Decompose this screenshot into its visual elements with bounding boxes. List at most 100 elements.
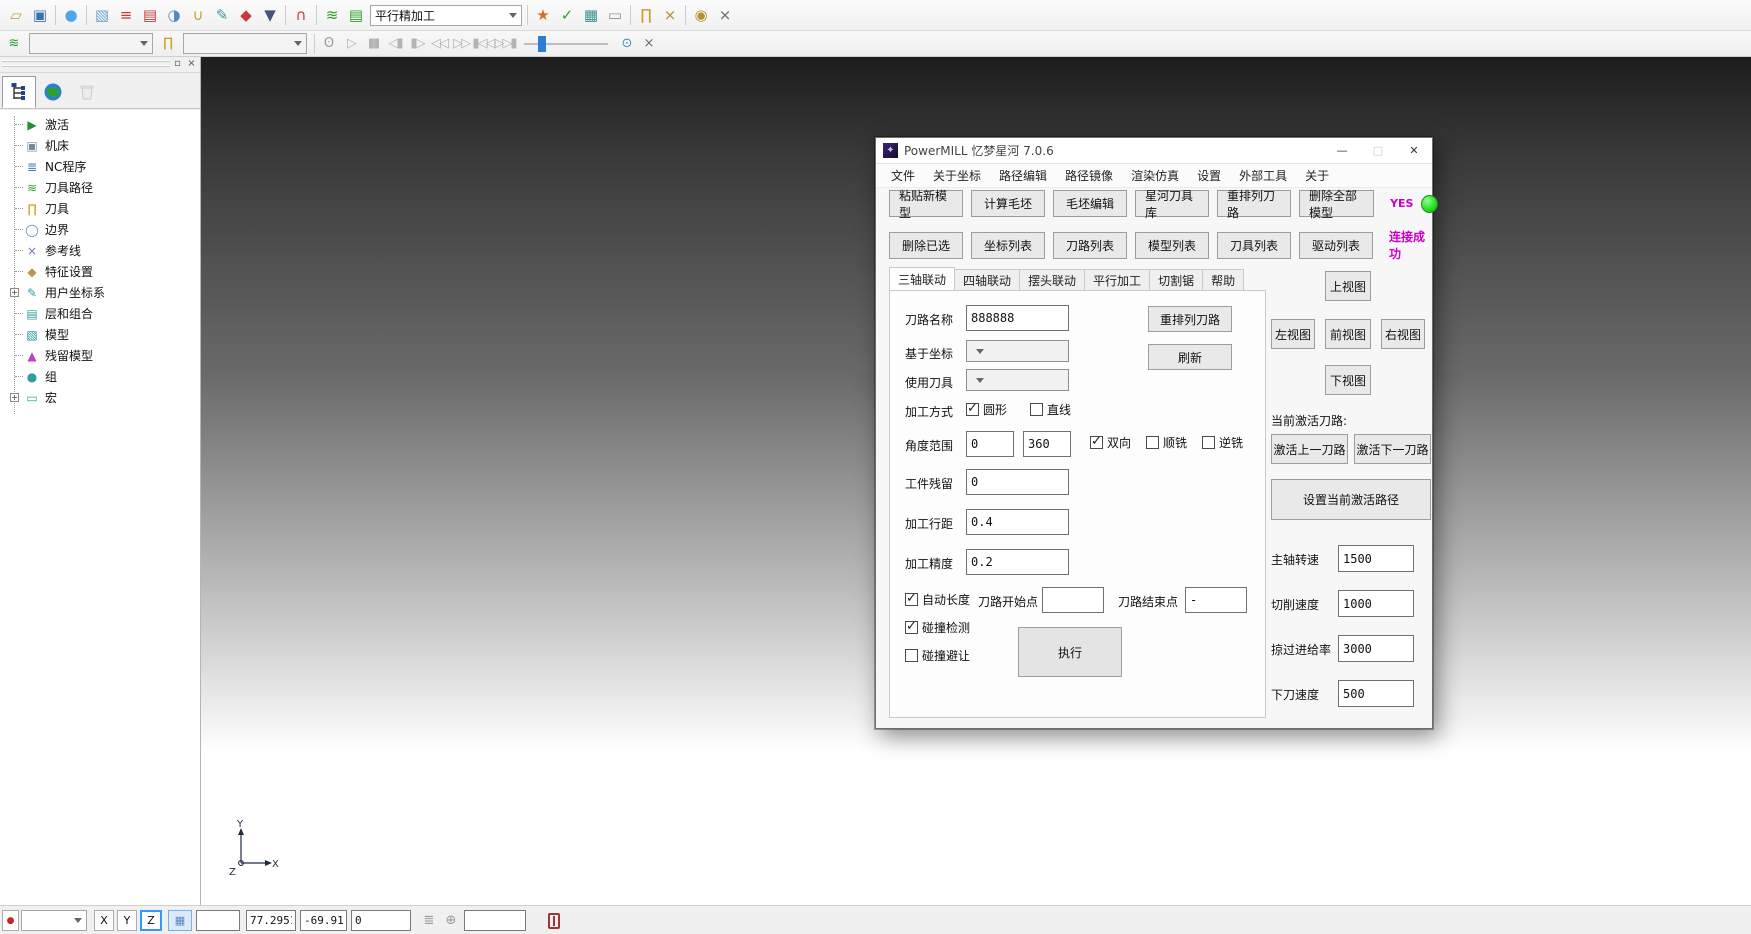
- view-front-button[interactable]: 前视图: [1325, 319, 1371, 349]
- go-end-button[interactable]: ▷▷▮: [494, 34, 516, 54]
- action-button-毛坯编辑[interactable]: 毛坯编辑: [1053, 190, 1127, 217]
- toolbar-close-icon[interactable]: ×: [713, 3, 737, 27]
- collision-check-checkbox[interactable]: [905, 621, 918, 634]
- conventional-checkbox[interactable]: [1202, 436, 1215, 449]
- action-button-刀路列表[interactable]: 刀路列表: [1053, 232, 1127, 259]
- action-button-粘贴新模型[interactable]: 粘贴新模型: [889, 190, 963, 217]
- view-left-button[interactable]: 左视图: [1271, 319, 1315, 349]
- pattern-points-icon[interactable]: ◆: [234, 3, 258, 27]
- stock-edit-icon[interactable]: ▤: [138, 3, 162, 27]
- view-bottom-button[interactable]: 下视图: [1325, 365, 1371, 395]
- calculator-icon[interactable]: ▦: [579, 3, 603, 27]
- use-tool-select[interactable]: [966, 369, 1069, 391]
- tab-三轴联动[interactable]: 三轴联动: [889, 267, 955, 291]
- angle-to-input[interactable]: [1023, 431, 1071, 457]
- action-button-删除全部模型[interactable]: 删除全部模型: [1299, 190, 1374, 217]
- toolpath-name-input[interactable]: [966, 305, 1069, 331]
- menu-关于坐标[interactable]: 关于坐标: [924, 165, 990, 187]
- cross-arrows-icon[interactable]: ×: [658, 3, 682, 27]
- action-button-模型列表[interactable]: 模型列表: [1135, 232, 1209, 259]
- measure-field[interactable]: [464, 910, 526, 931]
- action-button-删除已选[interactable]: 删除已选: [889, 232, 963, 259]
- tree-item-stock-models[interactable]: ▲残留模型: [0, 345, 200, 366]
- float-panel-icon[interactable]: ▫: [171, 57, 184, 70]
- coord-y-field[interactable]: [300, 910, 347, 931]
- lead-arc-tool-icon[interactable]: ∩: [289, 3, 313, 27]
- end-point-input[interactable]: [1185, 587, 1247, 613]
- sim-speed-clock-icon[interactable]: ⊙: [616, 34, 638, 54]
- light-bulb-icon[interactable]: ʘ: [318, 34, 340, 54]
- activate-prev-toolpath-button[interactable]: 激活上一刀路: [1271, 434, 1348, 464]
- shaded-render-icon[interactable]: ●: [59, 3, 83, 27]
- expand-icon[interactable]: +: [10, 393, 19, 402]
- tolerance-input[interactable]: [966, 549, 1069, 575]
- activate-next-toolpath-button[interactable]: 激活下一刀路: [1354, 434, 1431, 464]
- tab-explorer-tree[interactable]: [2, 76, 36, 108]
- rewind-button[interactable]: ◁◁: [428, 34, 450, 54]
- auto-length-checkbox[interactable]: [905, 593, 918, 606]
- tab-四轴联动[interactable]: 四轴联动: [955, 269, 1020, 291]
- tree-item-workplanes[interactable]: +✎用户坐标系: [0, 282, 200, 303]
- circle-checkbox[interactable]: [966, 403, 979, 416]
- tree-item-levels[interactable]: ▤层和组合: [0, 303, 200, 324]
- menu-路径镜像[interactable]: 路径镜像: [1056, 165, 1122, 187]
- tree-item-tools[interactable]: ∏刀具: [0, 198, 200, 219]
- action-button-星河刀具库[interactable]: 星河刀具库: [1135, 190, 1209, 217]
- close-button[interactable]: ✕: [1396, 138, 1432, 163]
- sim-tool-icon[interactable]: ∏: [157, 34, 179, 54]
- tree-item-toolpaths[interactable]: ≋刀具路径: [0, 177, 200, 198]
- maximize-button[interactable]: □: [1360, 138, 1396, 163]
- toolpath-icon[interactable]: ≋: [320, 3, 344, 27]
- tab-摆头联动[interactable]: 摆头联动: [1020, 269, 1085, 291]
- strategy-dropdown[interactable]: 平行精加工: [370, 5, 522, 26]
- collision-check-icon[interactable]: ★: [531, 3, 555, 27]
- tree-item-groups[interactable]: ●组: [0, 366, 200, 387]
- expand-icon[interactable]: +: [10, 288, 19, 297]
- slider-handle[interactable]: [538, 36, 546, 52]
- action-button-重排列刀路[interactable]: 重排列刀路: [1217, 190, 1291, 217]
- dialog-titlebar[interactable]: ✦ PowerMILL 忆梦星河 7.0.6 — □ ✕: [876, 138, 1432, 164]
- climb-checkbox[interactable]: [1146, 436, 1159, 449]
- go-start-button[interactable]: ▮◁◁: [472, 34, 494, 54]
- tree-item-models[interactable]: ▧模型: [0, 324, 200, 345]
- axis-y-button[interactable]: Y: [117, 910, 137, 931]
- panel-toggle-icon[interactable]: [545, 910, 563, 931]
- refresh-button[interactable]: 刷新: [1148, 344, 1232, 370]
- tree-item-macros[interactable]: +▭宏: [0, 387, 200, 408]
- spindle-speed-input[interactable]: [1338, 545, 1414, 572]
- save-icon[interactable]: ▣: [28, 3, 52, 27]
- plunge-feed-input[interactable]: [1338, 680, 1414, 707]
- menu-关于[interactable]: 关于: [1296, 165, 1338, 187]
- nc-program-icon[interactable]: ◉: [689, 3, 713, 27]
- skim-feed-input[interactable]: [1338, 635, 1414, 662]
- minimize-button[interactable]: —: [1324, 138, 1360, 163]
- action-button-计算毛坯[interactable]: 计算毛坯: [971, 190, 1045, 217]
- fast-forward-button[interactable]: ▷▷: [450, 34, 472, 54]
- marker-tool-button[interactable]: ●: [2, 910, 19, 931]
- cutting-feed-input[interactable]: [1338, 590, 1414, 617]
- tab-explorer-globe[interactable]: [36, 76, 70, 108]
- play-button[interactable]: ▷: [340, 34, 362, 54]
- stock-allowance-input[interactable]: [966, 469, 1069, 495]
- stepover-input[interactable]: [966, 509, 1069, 535]
- zlevel-toolpath-icon[interactable]: ≡: [114, 3, 138, 27]
- panel-grip[interactable]: ▫ ×: [0, 57, 200, 73]
- menu-外部工具[interactable]: 外部工具: [1230, 165, 1296, 187]
- set-active-path-button[interactable]: 设置当前激活路径: [1271, 479, 1431, 520]
- base-coord-select[interactable]: [966, 340, 1069, 362]
- tree-item-activate[interactable]: ▶激活: [0, 114, 200, 135]
- coords-list-icon[interactable]: ≣: [420, 910, 438, 931]
- sim-toolpath-select[interactable]: [29, 33, 153, 54]
- simulation-speed-slider[interactable]: [524, 34, 608, 54]
- view-right-button[interactable]: 右视图: [1381, 319, 1425, 349]
- coord-z-field[interactable]: [351, 910, 411, 931]
- tool-verify-icon[interactable]: ✓: [555, 3, 579, 27]
- tool-pair-icon[interactable]: ∏: [634, 3, 658, 27]
- action-button-刀具列表[interactable]: 刀具列表: [1217, 232, 1291, 259]
- tree-item-nc-program[interactable]: ≣NC程序: [0, 156, 200, 177]
- boundary-icon[interactable]: ∪: [186, 3, 210, 27]
- menu-路径编辑[interactable]: 路径编辑: [990, 165, 1056, 187]
- open-file-icon[interactable]: ▱: [4, 3, 28, 27]
- close-panel-icon[interactable]: ×: [185, 57, 198, 70]
- start-point-input[interactable]: [1042, 587, 1104, 613]
